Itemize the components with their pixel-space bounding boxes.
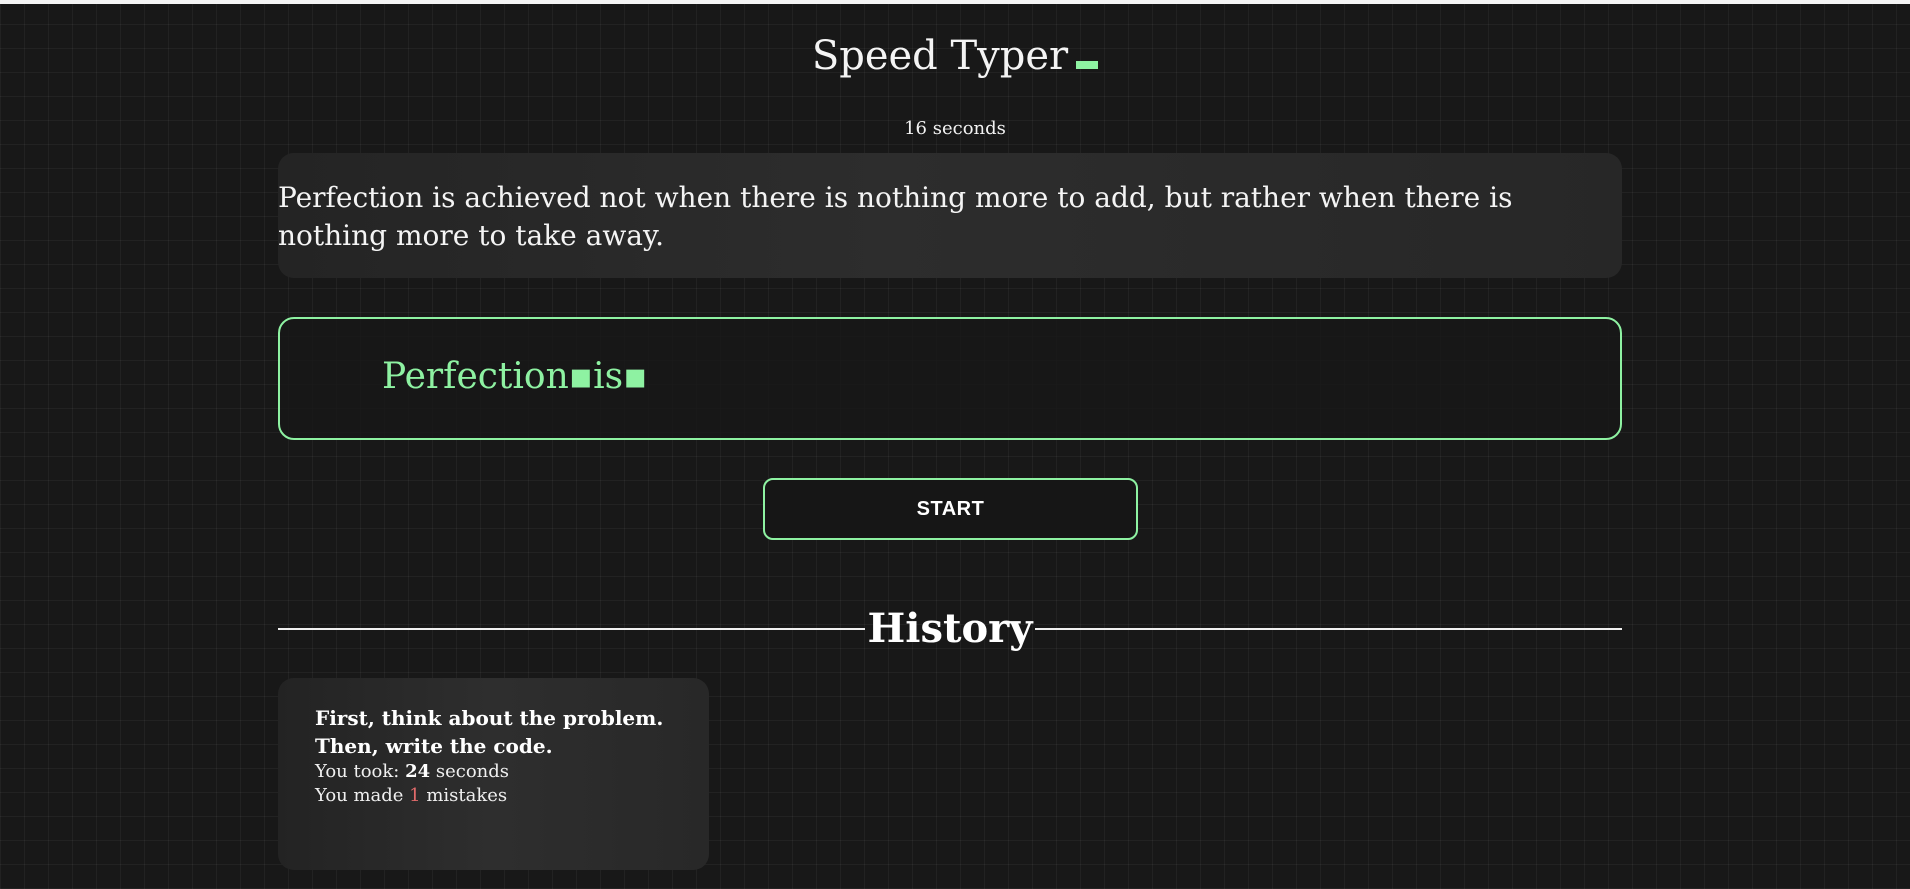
top-border	[0, 0, 1910, 4]
time-value: 24	[405, 761, 431, 782]
app-title: Speed Typer	[0, 30, 1910, 82]
quote-text: Perfection is achieved not when there is…	[278, 181, 1513, 252]
history-divider-left	[278, 628, 865, 630]
mistakes-value: 1	[409, 785, 421, 806]
title-cursor-block	[1076, 61, 1099, 69]
history-card-quote: First, think about the problem. Then, wr…	[315, 706, 664, 758]
history-title: History	[867, 605, 1033, 652]
time-prefix: You took:	[315, 761, 406, 782]
history-divider-right	[1035, 628, 1622, 630]
quote-panel: Perfection is achieved not when there is…	[278, 153, 1622, 278]
time-suffix: seconds	[430, 761, 510, 782]
typing-area[interactable]: Perfection▪is▪	[278, 317, 1622, 440]
timer-display: 16 seconds	[904, 118, 1006, 139]
typed-text: Perfection▪is▪	[382, 356, 648, 397]
history-card: First, think about the problem. Then, wr…	[278, 678, 709, 870]
history-card-mistakes: You made 1 mistakes	[315, 784, 709, 808]
history-card-time: You took: 24 seconds	[315, 760, 709, 784]
mistakes-suffix: mistakes	[420, 785, 508, 806]
app-title-text: Speed Typer	[811, 33, 1069, 79]
mistakes-prefix: You made	[315, 785, 410, 806]
start-button[interactable]: START	[763, 478, 1138, 540]
history-header: History	[278, 604, 1622, 654]
